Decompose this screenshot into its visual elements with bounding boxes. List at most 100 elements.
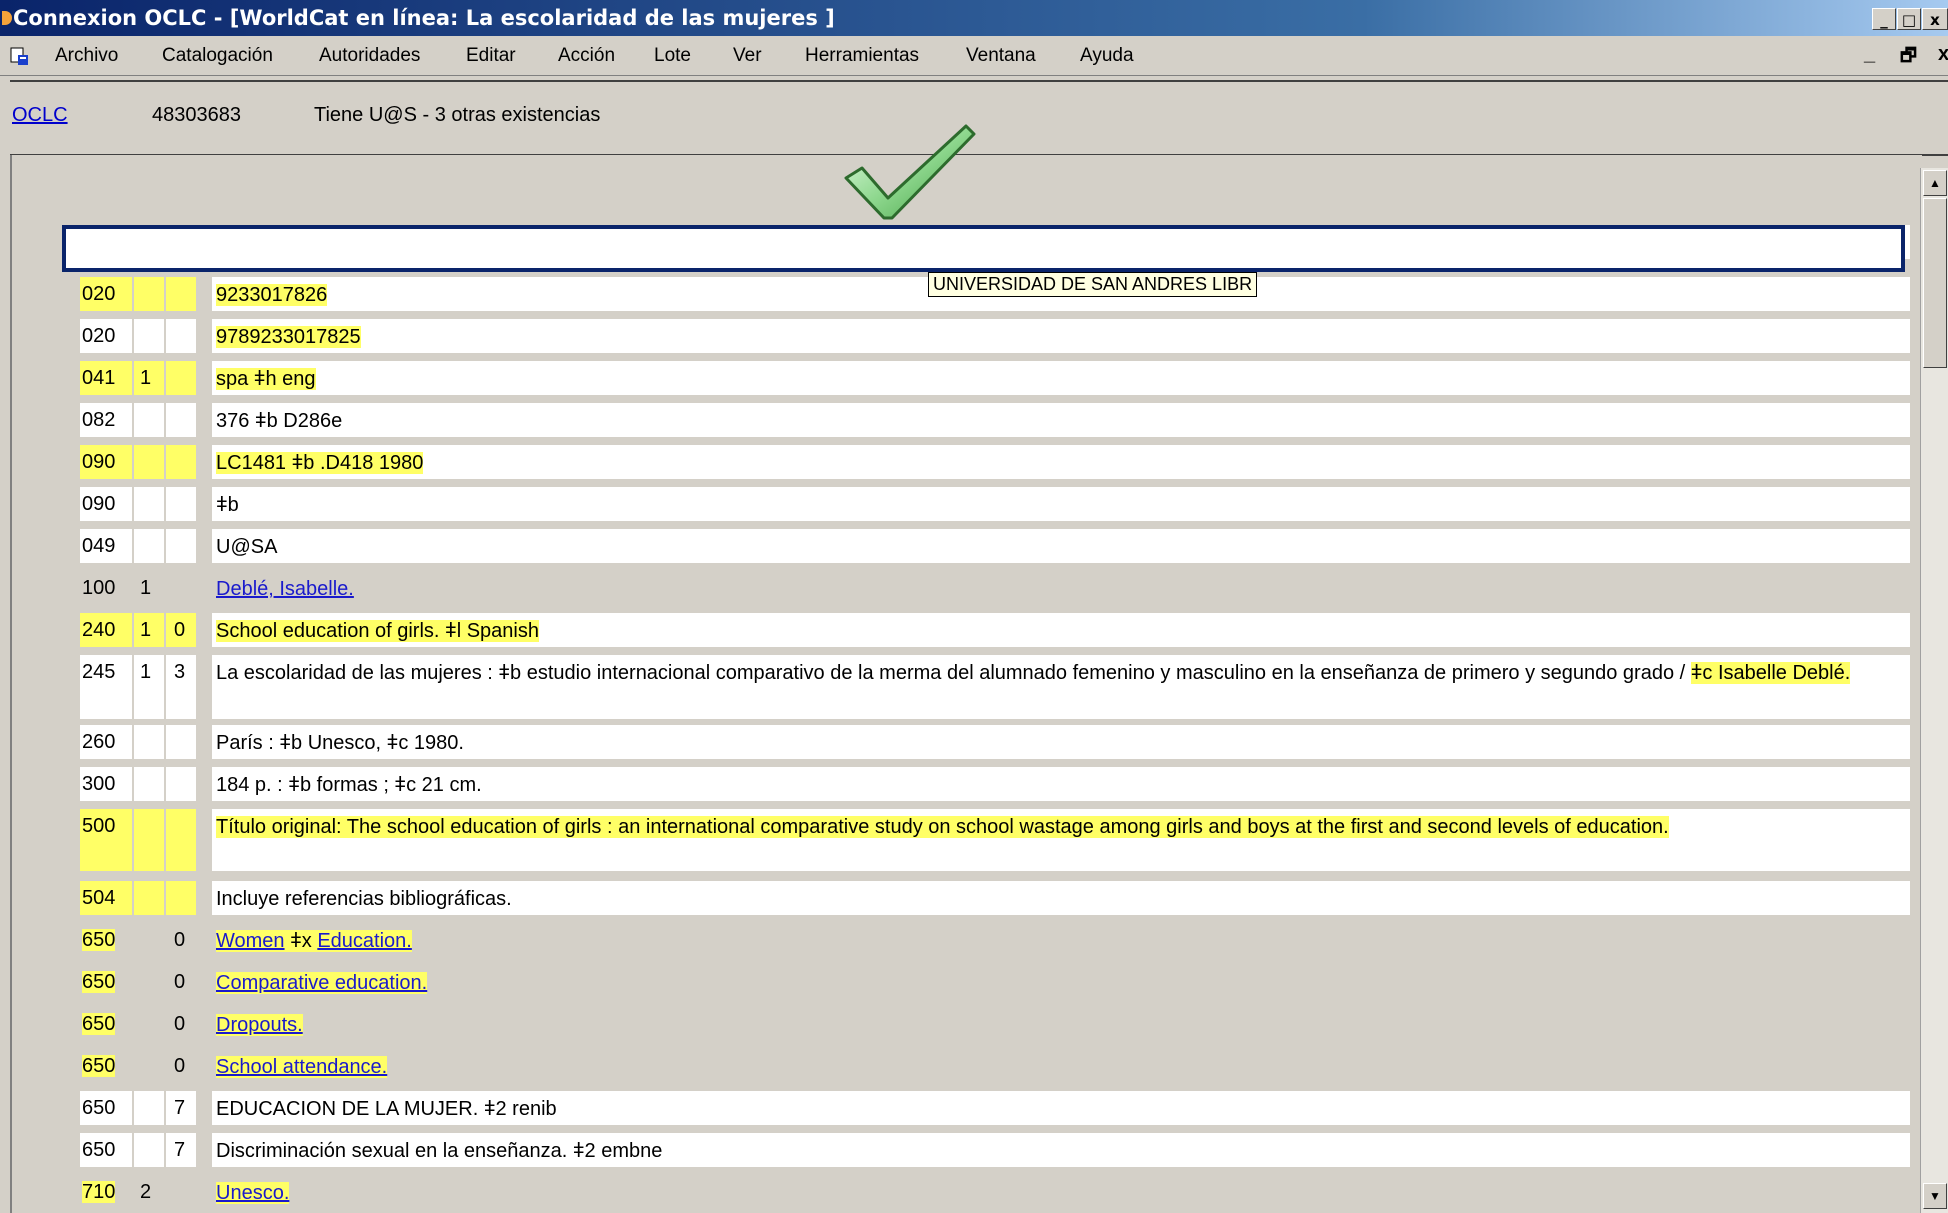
menu-autoridades[interactable]: Autoridades [319,45,420,67]
menu-herramientas[interactable]: Herramientas [805,45,919,67]
field-data[interactable]: Comparative education. [212,965,1910,999]
indicator-1[interactable] [134,529,164,563]
field-tag[interactable]: 650 [80,1049,132,1083]
mdi-minimize-button[interactable]: _ [1864,43,1875,66]
maximize-button[interactable]: □ [1897,8,1921,30]
scroll-thumb[interactable] [1923,198,1947,368]
mdi-close-button[interactable]: x [1938,43,1948,66]
field-tag[interactable]: 020 [80,277,132,311]
indicator-1[interactable] [134,923,164,957]
heading-link[interactable]: Comparative education. [216,972,428,994]
indicator-1[interactable] [134,319,164,353]
field-row-090[interactable]: 090 LC1481 ǂb .D418 1980 [80,445,1910,479]
indicator-2[interactable] [166,529,196,563]
field-row-500[interactable]: 500 Título original: The school education… [80,809,1910,871]
field-row-100[interactable]: 100 1 Deblé, Isabelle. [80,571,1910,605]
field-data[interactable]: School education of girls. ǂl Spanish [212,613,1910,647]
indicator-2[interactable]: 0 [166,1049,196,1083]
field-data[interactable]: EDUCACION DE LA MUJER. ǂ2 renib [212,1091,1910,1125]
indicator-2[interactable] [166,809,196,871]
mdi-restore-button[interactable]: 🗗 [1900,43,1917,73]
field-row-090[interactable]: 090 ǂb [80,487,1910,521]
field-data[interactable]: School attendance. [212,1049,1910,1083]
menu-ventana[interactable]: Ventana [966,45,1036,67]
field-row-049[interactable]: 049 U@SA [80,529,1910,563]
indicator-2[interactable]: 7 [166,1091,196,1125]
field-data[interactable]: spa ǂh eng [212,361,1910,395]
indicator-2[interactable] [166,1175,196,1209]
indicator-1[interactable]: 2 [134,1175,164,1209]
vertical-scrollbar[interactable]: ▲ ▼ [1920,168,1948,1213]
menu-ver[interactable]: Ver [733,45,762,67]
field-data[interactable]: La escolaridad de las mujeres : ǂb estud… [212,655,1910,719]
indicator-1[interactable] [134,403,164,437]
indicator-2[interactable] [166,487,196,521]
indicator-2[interactable] [166,445,196,479]
indicator-1[interactable] [134,965,164,999]
indicator-1[interactable]: 1 [134,361,164,395]
indicator-2[interactable]: 3 [166,655,196,719]
field-data[interactable]: Incluye referencias bibliográficas. [212,881,1910,915]
field-data[interactable]: Dropouts. [212,1007,1910,1041]
indicator-1[interactable] [134,1133,164,1167]
indicator-2[interactable] [166,361,196,395]
field-data[interactable]: ǂb [212,487,1910,521]
indicator-2[interactable] [166,881,196,915]
menu-editar[interactable]: Editar [466,45,516,67]
indicator-1[interactable] [134,1091,164,1125]
field-tag[interactable]: 020 [80,319,132,353]
field-data[interactable]: 376 ǂb D286e [212,403,1910,437]
field-data[interactable]: U@SA [212,529,1910,563]
field-row-082[interactable]: 082 376 ǂb D286e [80,403,1910,437]
field-tag[interactable]: 260 [80,725,132,759]
field-row-245[interactable]: 245 1 3 La escolaridad de las mujeres : ǂb … [80,655,1910,719]
menu-catalogacion[interactable]: Catalogación [162,45,273,67]
indicator-1[interactable] [134,809,164,871]
field-data[interactable]: Women ǂx Education. [212,923,1910,957]
heading-link[interactable]: Deblé, Isabelle. [216,578,354,600]
field-tag[interactable]: 300 [80,767,132,801]
indicator-2[interactable] [166,403,196,437]
field-data[interactable]: París : ǂb Unesco, ǂc 1980. [212,725,1910,759]
field-tag[interactable]: 504 [80,881,132,915]
indicator-1[interactable] [134,725,164,759]
document-icon[interactable] [10,46,30,66]
field-tag[interactable]: 650 [80,1133,132,1167]
indicator-1[interactable]: 1 [134,613,164,647]
indicator-1[interactable]: 1 [134,655,164,719]
field-row-650[interactable]: 650 0 School attendance. [80,1049,1910,1083]
indicator-2[interactable] [166,725,196,759]
indicator-1[interactable] [134,881,164,915]
heading-link[interactable]: Unesco. [216,1182,290,1204]
indicator-2[interactable]: 0 [166,1007,196,1041]
indicator-2[interactable]: 7 [166,1133,196,1167]
indicator-1[interactable] [134,487,164,521]
indicator-2[interactable] [166,571,196,605]
field-tag[interactable]: 082 [80,403,132,437]
field-tag[interactable]: 650 [80,1007,132,1041]
field-data[interactable]: Deblé, Isabelle. [212,571,1910,605]
indicator-2[interactable]: 0 [166,613,196,647]
field-row-650[interactable]: 650 7 Discriminación sexual en la enseñanz… [80,1133,1910,1167]
field-tag[interactable]: 041 [80,361,132,395]
indicator-2[interactable] [166,277,196,311]
heading-link[interactable]: Dropouts. [216,1014,303,1036]
field-tag[interactable]: 100 [80,571,132,605]
scroll-up-arrow-icon[interactable]: ▲ [1923,170,1947,196]
indicator-1[interactable]: 1 [134,571,164,605]
field-row-260[interactable]: 260 París : ǂb Unesco, ǂc 1980. [80,725,1910,759]
field-tag[interactable]: 049 [80,529,132,563]
indicator-2[interactable] [166,767,196,801]
field-row-650[interactable]: 650 0 Comparative education. [80,965,1910,999]
close-button[interactable]: x [1922,8,1948,30]
indicator-1[interactable] [134,1007,164,1041]
field-row-710[interactable]: 710 2 Unesco. [80,1175,1910,1209]
indicator-2[interactable]: 0 [166,923,196,957]
field-data[interactable]: Unesco. [212,1175,1910,1209]
minimize-button[interactable]: _ [1872,8,1896,30]
field-data[interactable]: Discriminación sexual en la enseñanza. ǂ… [212,1133,1910,1167]
field-tag[interactable]: 650 [80,923,132,957]
field-tag[interactable]: 240 [80,613,132,647]
field-row-504[interactable]: 504 Incluye referencias bibliográficas. [80,881,1910,915]
field-row-650[interactable]: 650 7 EDUCACION DE LA MUJER. ǂ2 renib [80,1091,1910,1125]
